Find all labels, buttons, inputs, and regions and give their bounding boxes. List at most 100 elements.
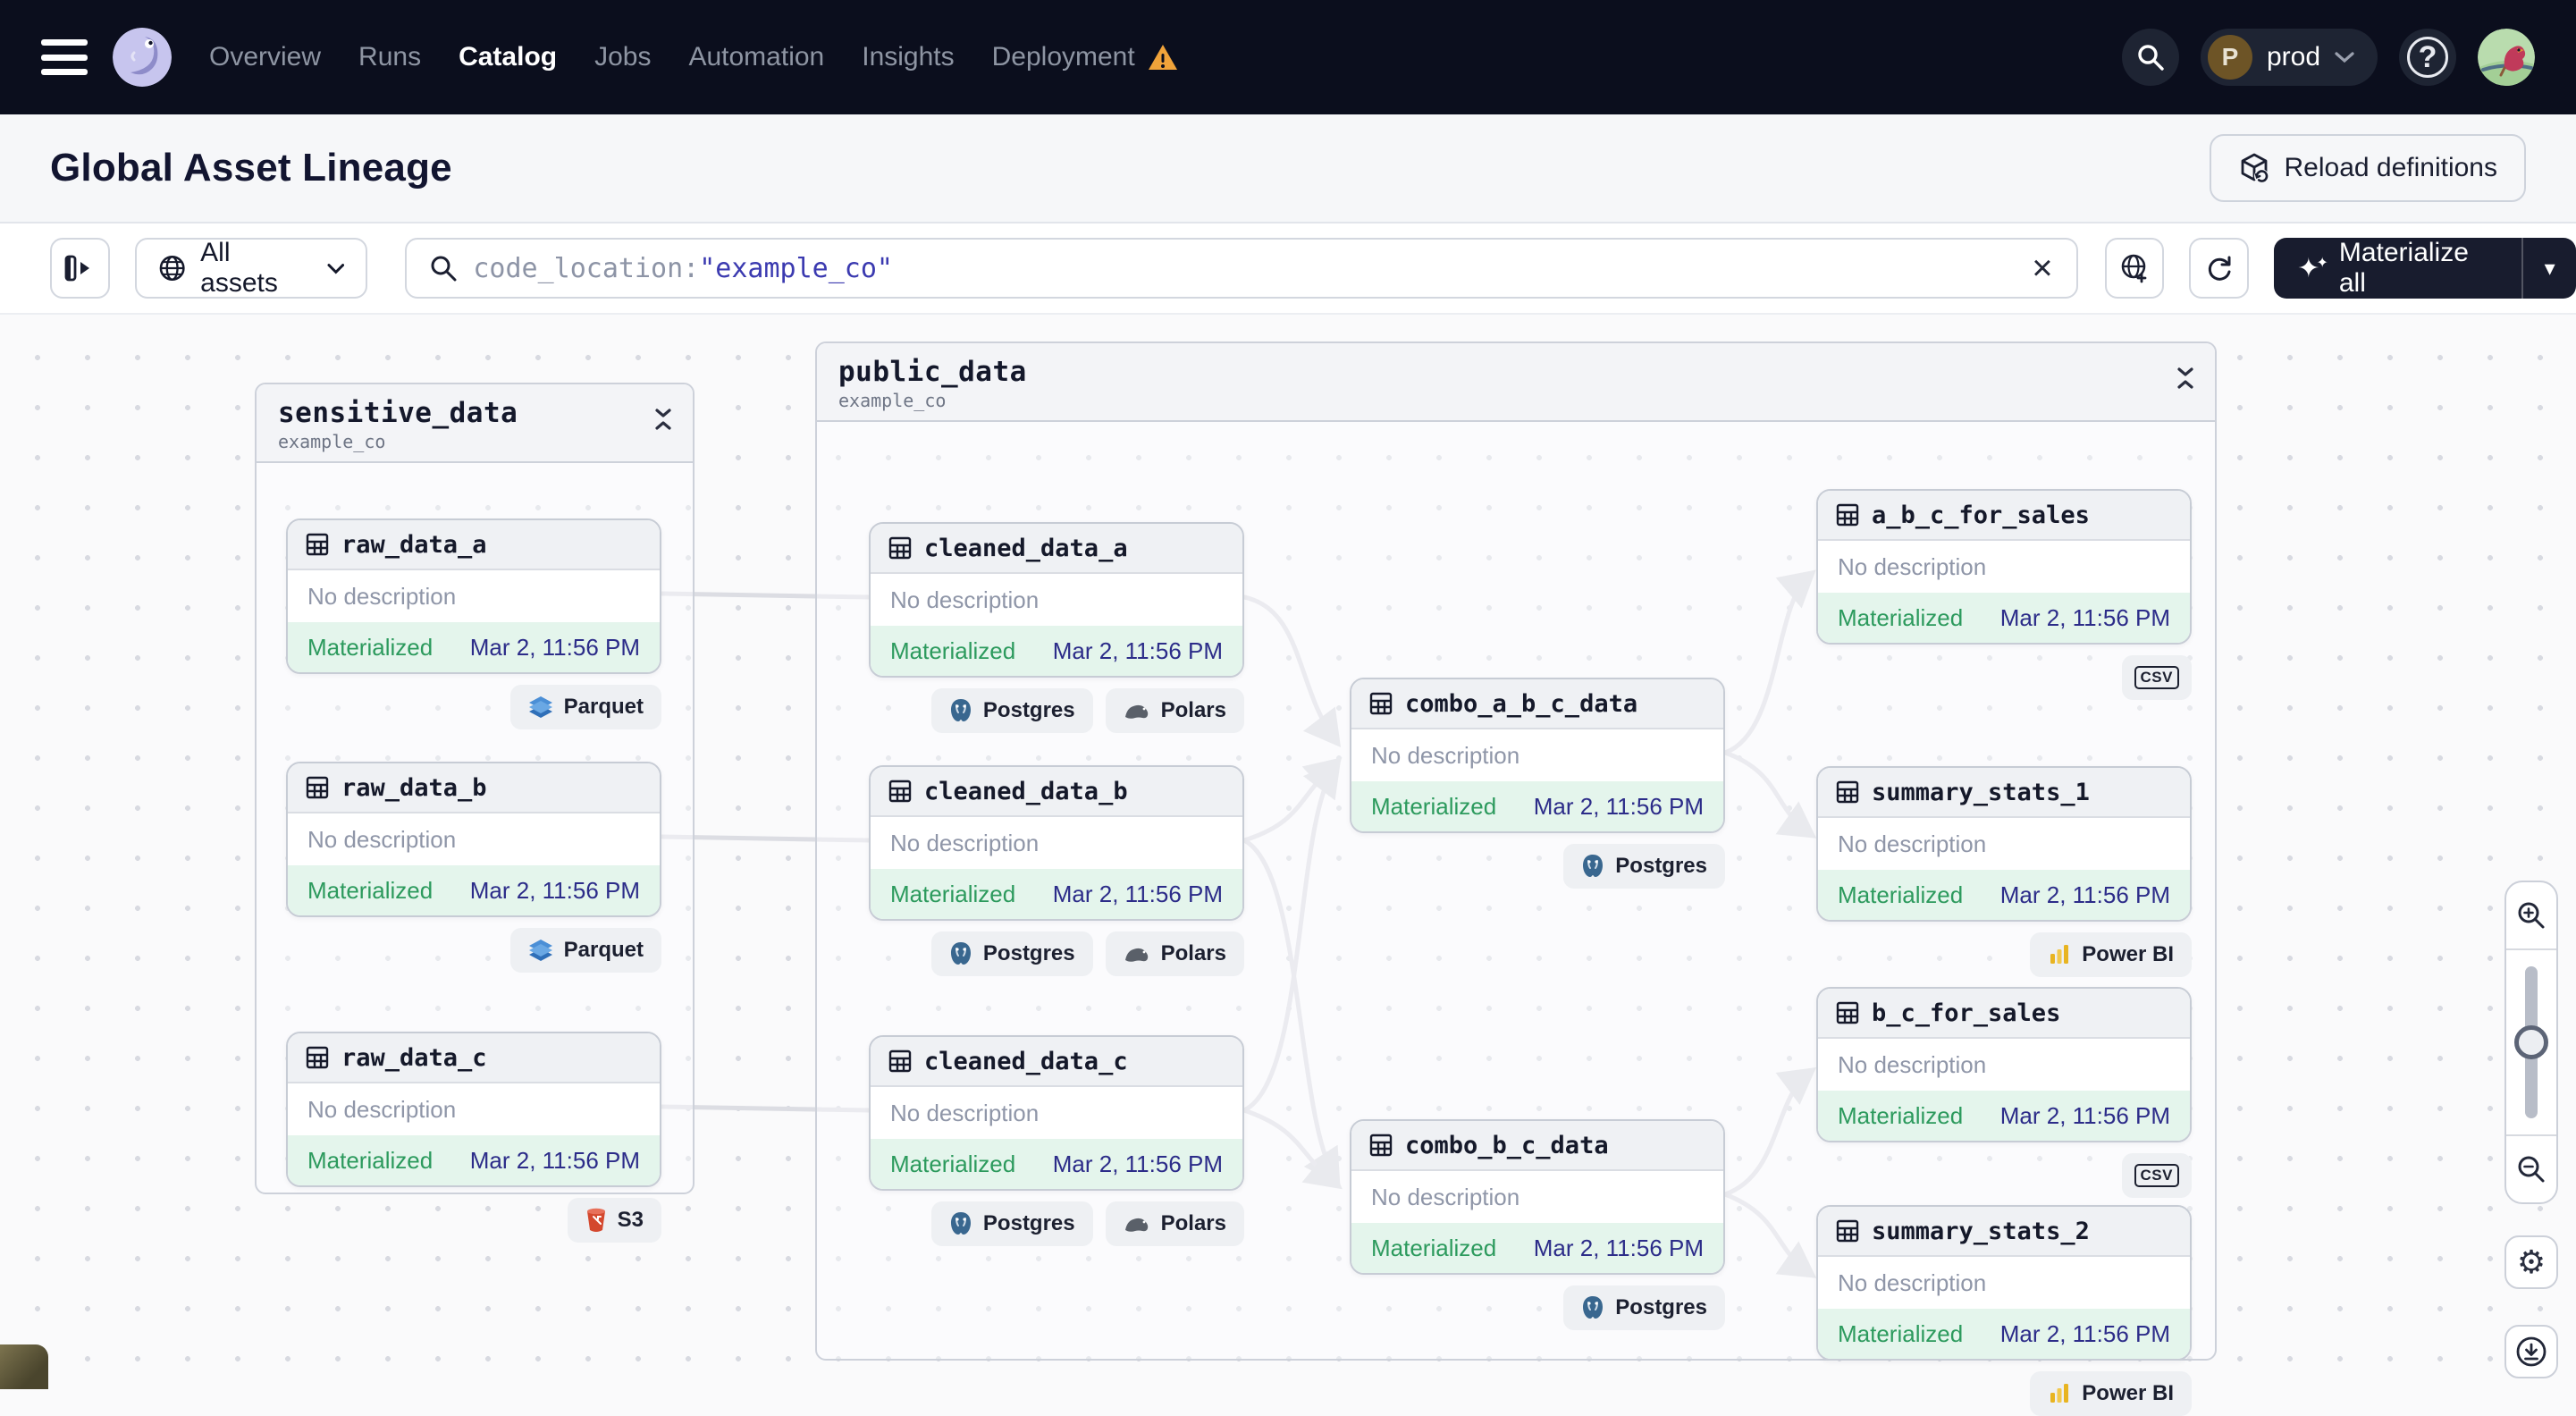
asset-timestamp[interactable]: Mar 2, 11:56 PM [470,1147,640,1175]
tag-csv[interactable]: csv [2121,1153,2192,1198]
asset-timestamp[interactable]: Mar 2, 11:56 PM [470,877,640,905]
help-button[interactable]: ? [2399,29,2456,86]
group-location: example_co [278,431,386,452]
group-location: example_co [838,390,947,411]
table-icon [1836,1001,1859,1024]
graph-settings-button[interactable]: ⚙ [2504,1235,2558,1289]
materialize-options-caret[interactable]: ▾ [2521,238,2576,299]
tag-powerbi[interactable]: Power BI [2030,1371,2192,1416]
table-icon [1836,780,1859,804]
zoom-out-button[interactable] [2506,1136,2556,1202]
asset-filter-label: All assets [200,238,278,298]
tag-powerbi[interactable]: Power BI [2030,932,2192,977]
nav-item-deployment[interactable]: Deployment [992,42,1135,72]
panel-expand-icon [65,255,90,282]
asset-node-combo-a-b-c-data[interactable]: combo_a_b_c_data No description Material… [1350,678,1725,833]
asset-node-raw-data-b[interactable]: raw_data_b No description Materialized Ma… [286,762,661,917]
asset-timestamp[interactable]: Mar 2, 11:56 PM [2000,604,2170,632]
tag-parquet[interactable]: Parquet [509,685,661,729]
parquet-icon [528,696,552,718]
tag-polars[interactable]: Polars [1105,1201,1244,1246]
zoom-in-button[interactable] [2506,882,2556,948]
asset-node-summary-stats-2[interactable]: summary_stats_2 No description Materiali… [1816,1205,2192,1361]
tag-postgres[interactable]: Postgres [930,688,1093,733]
clear-search-button[interactable]: × [2032,250,2052,286]
asset-timestamp[interactable]: Mar 2, 11:56 PM [2000,1102,2170,1130]
collapse-group-icon[interactable] [653,408,673,431]
tag-s3[interactable]: S3 [567,1198,661,1243]
asset-timestamp[interactable]: Mar 2, 11:56 PM [470,634,640,662]
group-header[interactable]: sensitive_data example_co [257,384,693,463]
asset-description: No description [1351,729,1723,781]
asset-timestamp[interactable]: Mar 2, 11:56 PM [1053,881,1223,908]
asset-tags: csv [1816,655,2192,700]
asset-node-b-c-for-sales[interactable]: b_c_for_sales No description Materialize… [1816,987,2192,1142]
page-header: Global Asset Lineage Reload definitions [0,114,2576,223]
dagster-logo-icon[interactable] [113,28,172,87]
nav-item-jobs[interactable]: Jobs [594,42,651,72]
asset-tags: Parquet [286,928,661,973]
postgres-icon [950,1212,971,1235]
materialize-all-button[interactable]: ✦✦ Materialize all ▾ [2274,238,2576,299]
refresh-graph-button[interactable] [2189,238,2250,299]
asset-timestamp[interactable]: Mar 2, 11:56 PM [2000,881,2170,909]
user-avatar[interactable] [2478,29,2535,86]
asset-status: Materialized [890,880,1016,907]
nav-item-catalog[interactable]: Catalog [459,42,557,72]
reload-definitions-button[interactable]: Reload definitions [2209,134,2526,202]
group-header[interactable]: public_data example_co [817,343,2215,422]
asset-node-cleaned-data-a[interactable]: cleaned_data_a No description Materializ… [869,522,1244,678]
asset-timestamp[interactable]: Mar 2, 11:56 PM [1053,1150,1223,1178]
tag-label: Postgres [1615,854,1707,878]
tag-polars[interactable]: Polars [1105,688,1244,733]
deployment-switcher[interactable]: P prod [2200,29,2378,86]
asset-filter-dropdown[interactable]: All assets [134,238,368,299]
tag-postgres[interactable]: Postgres [1563,1285,1725,1330]
asset-timestamp[interactable]: Mar 2, 11:56 PM [1534,793,1704,821]
minimap-corner[interactable] [0,1344,48,1389]
deployment-avatar: P [2207,35,2252,80]
tag-csv[interactable]: csv [2121,655,2192,700]
nav-item-overview[interactable]: Overview [209,42,321,72]
asset-status: Materialized [1838,1319,1964,1347]
chevron-down-icon [327,263,344,274]
asset-node-raw-data-a[interactable]: raw_data_a No description Materialized Ma… [286,518,661,674]
zoom-slider-thumb[interactable] [2514,1025,2548,1059]
open-panel-button[interactable] [50,238,110,299]
zoom-slider[interactable] [2506,950,2556,1134]
global-search-button[interactable] [2121,29,2179,86]
collapse-group-icon[interactable] [2176,367,2195,390]
asset-node-cleaned-data-c[interactable]: cleaned_data_c No description Materializ… [869,1035,1244,1191]
table-icon [306,533,329,556]
asset-node-a-b-c-for-sales[interactable]: a_b_c_for_sales No description Materiali… [1816,489,2192,645]
asset-tags: Postgres [1350,1285,1725,1330]
deployment-name: prod [2266,42,2320,72]
asset-node-combo-b-c-data[interactable]: combo_b_c_data No description Materializ… [1350,1119,1725,1275]
asset-search-input[interactable]: code_location: "example_co" × [405,238,2078,299]
tag-postgres[interactable]: Postgres [1563,844,1725,889]
asset-description: No description [1351,1171,1723,1223]
tag-label: Power BI [2082,1381,2174,1405]
postgres-icon [950,942,971,965]
nav-item-automation[interactable]: Automation [688,42,824,72]
tag-parquet[interactable]: Parquet [509,928,661,973]
asset-node-raw-data-c[interactable]: raw_data_c No description Materialized Ma… [286,1032,661,1187]
download-graph-button[interactable] [2504,1325,2558,1378]
tag-postgres[interactable]: Postgres [930,1201,1093,1246]
asset-node-summary-stats-1[interactable]: summary_stats_1 No description Materiali… [1816,766,2192,922]
polars-icon [1124,1218,1148,1232]
asset-timestamp[interactable]: Mar 2, 11:56 PM [1053,637,1223,665]
filter-to-default-button[interactable] [2104,238,2165,299]
sparkle-icon: ✦✦ [2297,253,2328,283]
lineage-canvas[interactable]: sensitive_data example_co public_data ex… [0,315,2576,1416]
tag-polars[interactable]: Polars [1105,931,1244,976]
asset-timestamp[interactable]: Mar 2, 11:56 PM [2000,1320,2170,1348]
asset-timestamp[interactable]: Mar 2, 11:56 PM [1534,1235,1704,1262]
asset-name: raw_data_c [341,1043,487,1072]
asset-node-cleaned-data-b[interactable]: cleaned_data_b No description Materializ… [869,765,1244,921]
hamburger-menu-icon[interactable] [41,39,88,75]
tag-postgres[interactable]: Postgres [930,931,1093,976]
nav-item-insights[interactable]: Insights [862,42,954,72]
nav-item-runs[interactable]: Runs [358,42,421,72]
asset-status: Materialized [307,876,434,904]
